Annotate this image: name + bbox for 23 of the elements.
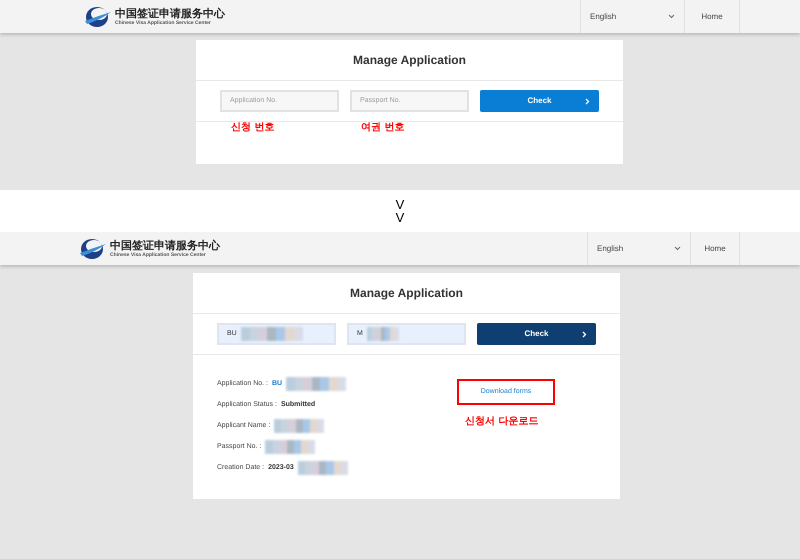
logo-title: 中国签证申请服务中心 <box>110 240 220 250</box>
blurred-redaction <box>366 327 399 341</box>
globe-logo-icon <box>80 238 106 260</box>
chevron-right-icon <box>582 330 587 338</box>
check-button[interactable]: Check <box>477 323 596 345</box>
home-link[interactable]: Home <box>684 0 740 33</box>
language-dropdown[interactable]: English <box>587 232 690 265</box>
card-title: Manage Application <box>350 285 463 302</box>
logo-title: 中国签证申请服务中心 <box>115 8 225 18</box>
globe-logo-icon <box>85 6 111 28</box>
annotation-label: 신청서 다운로드 <box>465 415 538 429</box>
blurred-redaction <box>240 327 303 341</box>
chevron-right-icon <box>585 98 590 104</box>
annotation-label: 여권 번호 <box>360 122 406 133</box>
annotation-label: 신청 번호 <box>230 122 276 133</box>
language-dropdown[interactable]: English <box>580 0 684 33</box>
chevron-down-icon <box>674 246 681 251</box>
down-arrow-mark: V <box>396 198 404 211</box>
card-title: Manage Application <box>353 52 466 69</box>
chevron-down-icon <box>668 14 675 19</box>
check-button[interactable]: Check <box>480 90 599 112</box>
down-arrow-mark: V <box>396 211 404 224</box>
home-link[interactable]: Home <box>690 232 740 265</box>
